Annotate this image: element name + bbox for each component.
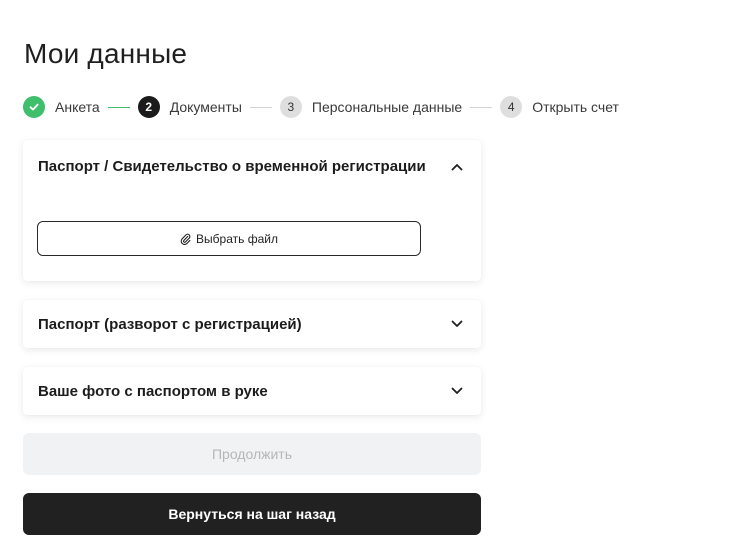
chevron-up-icon[interactable] — [450, 160, 464, 174]
step-connector — [470, 106, 493, 108]
accordion-header-selfie-with-passport[interactable]: Ваше фото с паспортом в руке — [23, 367, 481, 401]
section-title: Ваше фото с паспортом в руке — [38, 383, 268, 400]
paperclip-icon — [180, 233, 191, 245]
chevron-down-icon[interactable] — [450, 384, 464, 398]
step-label-documents: Документы — [169, 99, 242, 115]
document-section-selfie-with-passport[interactable]: Ваше фото с паспортом в руке — [23, 367, 481, 415]
back-button[interactable]: Вернуться на шаг назад — [23, 493, 481, 535]
step-anketa: Анкета — [23, 96, 100, 118]
step-label-open-account: Открыть счет — [532, 99, 619, 115]
checkmark-icon — [29, 103, 39, 111]
step-label-anketa: Анкета — [55, 99, 100, 115]
document-section-passport: Паспорт / Свидетельство о временной реги… — [23, 140, 481, 281]
accordion-header-passport-registration[interactable]: Паспорт (разворот с регистрацией) — [23, 300, 481, 334]
progress-stepper: Анкета 2 Документы 3 Персональные данные… — [23, 95, 619, 119]
step-done-badge — [23, 96, 45, 118]
choose-file-button[interactable]: Выбрать файл — [37, 221, 421, 256]
step-documents: 2 Документы — [137, 96, 242, 118]
step-number-badge: 2 — [137, 96, 160, 118]
continue-button[interactable]: Продолжить — [23, 433, 481, 475]
step-number-badge: 4 — [500, 96, 523, 118]
step-connector — [107, 106, 130, 108]
section-title: Паспорт / Свидетельство о временной реги… — [38, 158, 426, 175]
chevron-down-icon[interactable] — [450, 317, 464, 331]
step-personal-data: 3 Персональные данные — [279, 96, 463, 118]
choose-file-label: Выбрать файл — [196, 231, 278, 246]
step-label-personal-data: Персональные данные — [311, 99, 463, 115]
document-section-passport-registration[interactable]: Паспорт (разворот с регистрацией) — [23, 300, 481, 348]
section-title: Паспорт (разворот с регистрацией) — [38, 316, 302, 333]
step-number-badge: 3 — [279, 96, 302, 118]
accordion-header-passport[interactable]: Паспорт / Свидетельство о временной реги… — [23, 140, 481, 176]
page-title: Мои данные — [24, 38, 188, 69]
step-open-account: 4 Открыть счет — [500, 96, 619, 118]
step-connector — [249, 106, 272, 108]
